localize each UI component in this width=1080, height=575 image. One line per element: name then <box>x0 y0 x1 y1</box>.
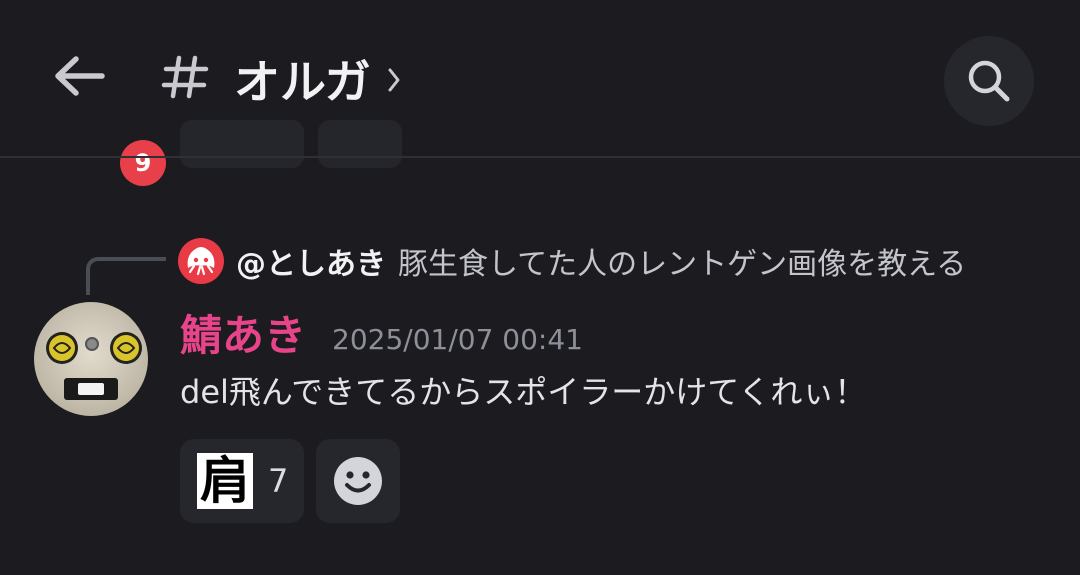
reply-preview-text: 豚生食してた人のレントゲン画像を教える <box>398 247 967 282</box>
reply-reference[interactable]: @としあき 豚生食してた人のレントゲン画像を教える <box>178 236 966 286</box>
chat-screen: 9 オルガ @としあき 豚生食してた人のレントゲン画像を教える 鯖あき 2025… <box>0 0 1080 575</box>
arrow-left-icon <box>55 56 105 96</box>
search-icon <box>968 60 1010 102</box>
channel-header: 9 オルガ <box>0 0 1080 186</box>
reaction-chip[interactable]: 肩 7 <box>180 439 304 523</box>
hash-icon <box>161 55 209 99</box>
message-text: del飛んできてるからスポイラーかけてくれぃ！ <box>180 373 867 411</box>
smiley-face-icon <box>334 457 382 505</box>
message-author[interactable]: 鯖あき <box>180 308 306 364</box>
reply-author[interactable]: @としあき <box>236 239 386 283</box>
face-avatar-image <box>34 302 148 416</box>
back-button[interactable]: 9 <box>44 48 166 186</box>
reaction-count: 7 <box>268 462 289 500</box>
reply-connector-line <box>86 257 166 295</box>
header-divider <box>0 156 1080 158</box>
reply-avatar <box>178 238 224 284</box>
add-reaction-button[interactable] <box>316 439 400 523</box>
unread-badge: 9 <box>120 140 166 186</box>
channel-title[interactable]: オルガ <box>234 52 371 112</box>
previous-reaction-chip[interactable] <box>180 120 304 168</box>
chevron-right-icon[interactable] <box>386 66 402 94</box>
reaction-emoji: 肩 <box>197 453 253 509</box>
previous-reaction-chip[interactable] <box>318 120 402 168</box>
search-button[interactable] <box>944 36 1034 126</box>
avatar[interactable] <box>34 302 148 416</box>
message-timestamp: 2025/01/07 00:41 <box>332 323 583 356</box>
